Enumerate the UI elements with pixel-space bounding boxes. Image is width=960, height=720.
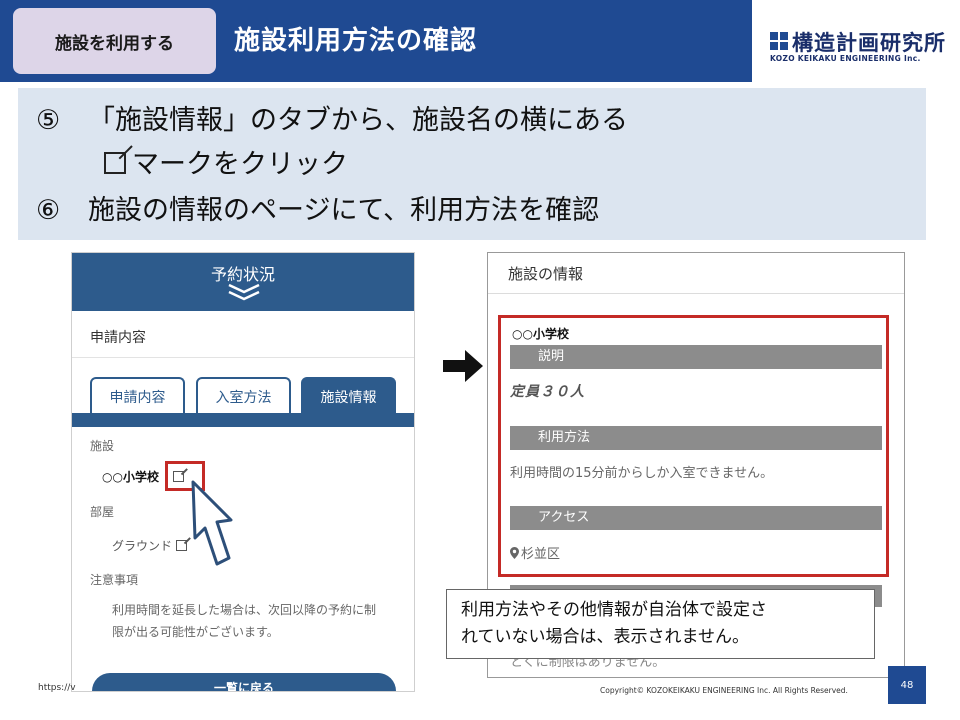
right-arrow-icon: [443, 350, 483, 382]
reservation-status-title: 予約状況: [210, 265, 275, 284]
tab-entry-method[interactable]: 入室方法: [196, 377, 291, 414]
facility-name-text: ○○小学校: [512, 327, 569, 341]
facility-info-title: 施設の情報: [508, 265, 584, 283]
facility-label: 施設: [90, 439, 115, 453]
divider: [72, 357, 414, 358]
logo-mark-icon: [770, 32, 788, 50]
facility-details-highlight: [498, 315, 889, 577]
section-badge: 施設を利用する: [13, 8, 216, 74]
divider: [488, 293, 904, 294]
note-callout: 利用方法やその他情報が自治体で設定さ れていない場合は、表示されません。: [446, 589, 875, 659]
tab-underline: [72, 413, 414, 427]
reservation-screen-screenshot: 予約状況 申請内容 申請内容 入室方法 施設情報 施設 ○○小学校 部屋 グラウ…: [71, 252, 415, 692]
instruction-step-6: ⑥ 施設の情報のページにて、利用方法を確認: [36, 195, 600, 226]
instruction-step-5: ⑤ 「施設情報」のタブから、施設名の横にある: [36, 105, 628, 136]
notes-label: 注意事項: [90, 573, 139, 587]
tab-application-details[interactable]: 申請内容: [90, 377, 185, 414]
instruction-step-5-continued: マークをクリック: [104, 142, 348, 181]
back-to-list-button[interactable]: 一覧に戻る: [92, 673, 396, 691]
double-chevron-down-icon[interactable]: [227, 283, 261, 301]
slide-title: 施設利用方法の確認: [234, 26, 478, 56]
url-stub: https://v: [38, 683, 76, 693]
external-link-icon[interactable]: [176, 540, 188, 551]
page-number: 48: [888, 666, 926, 704]
instruction-box: ⑤ 「施設情報」のタブから、施設名の横にある マークをクリック ⑥ 施設の情報のペー…: [18, 88, 926, 240]
pointer-arrow-icon: [187, 478, 243, 570]
notes-text: 利用時間を延長した場合は、次回以降の予約に制限が出る可能性がございます。: [112, 603, 377, 639]
room-label: 部屋: [90, 505, 115, 519]
copyright-text: Copyright© KOZOKEIKAKU ENGINEERING Inc. …: [600, 686, 848, 695]
detail-tabs: 申請内容 入室方法 施設情報: [72, 361, 414, 415]
application-details-heading: 申請内容: [90, 330, 146, 346]
logo-english-name: KOZO KEIKAKU ENGINEERING Inc.: [770, 54, 921, 63]
logo-japanese-name: 構造計画研究所: [792, 31, 946, 55]
company-logo: 構造計画研究所 KOZO KEIKAKU ENGINEERING Inc.: [770, 30, 945, 70]
reservation-status-header[interactable]: 予約状況: [72, 253, 414, 311]
room-value-link[interactable]: グラウンド: [112, 537, 188, 554]
external-link-icon: [104, 152, 126, 174]
tab-facility-info[interactable]: 施設情報: [301, 377, 396, 414]
